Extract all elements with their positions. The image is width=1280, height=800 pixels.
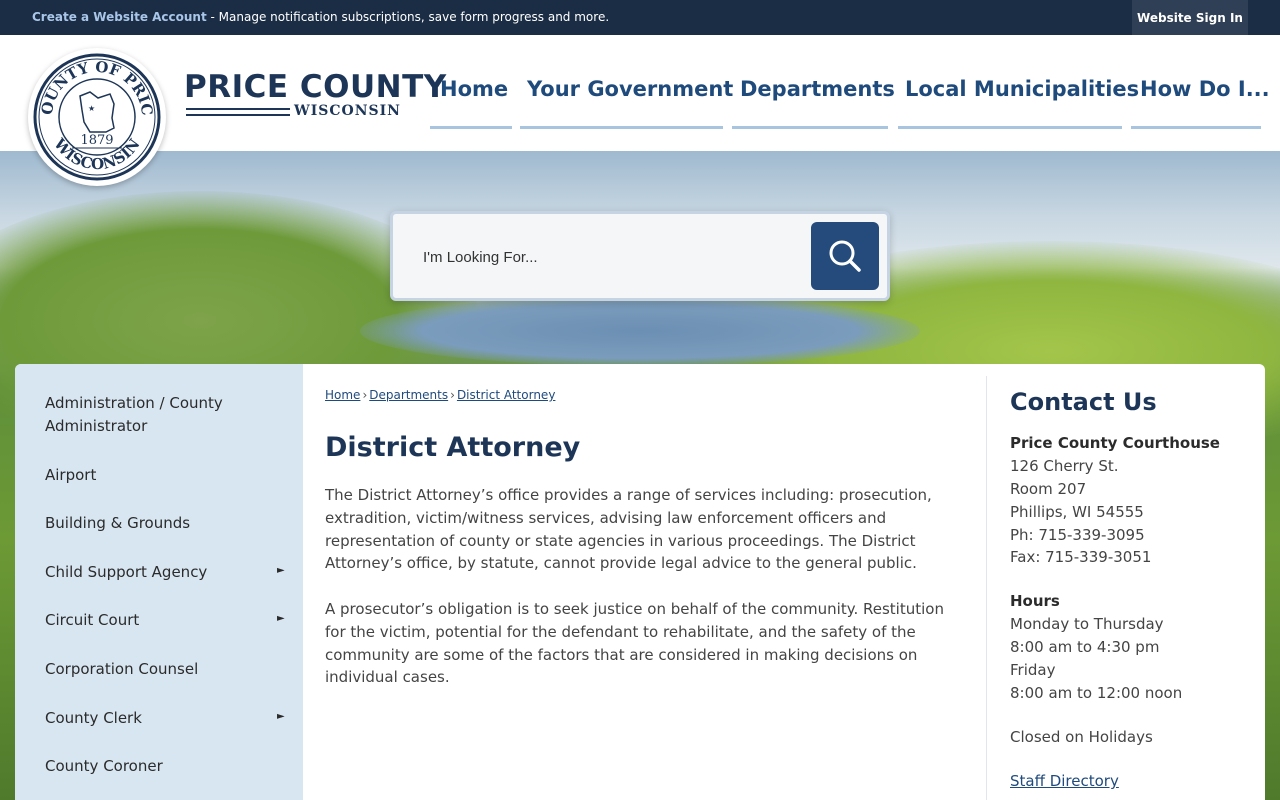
- sign-in-button[interactable]: Website Sign In: [1132, 0, 1248, 35]
- contact-fax: Fax: 715-339-3051: [1010, 548, 1152, 566]
- closed-notice: Closed on Holidays: [1010, 728, 1153, 746]
- site-search: [390, 211, 890, 301]
- create-account-description: - Manage notification subscriptions, sav…: [206, 10, 610, 24]
- hours-heading: Hours: [1010, 592, 1060, 610]
- search-button[interactable]: [811, 222, 879, 290]
- staff-directory-link[interactable]: Staff Directory: [1010, 772, 1119, 790]
- intro-paragraph: The District Attorney’s office provides …: [325, 486, 932, 573]
- brand-name: PRICE COUNTY: [184, 69, 447, 105]
- hours-line: Monday to Thursday: [1010, 615, 1164, 633]
- submenu-arrow-icon[interactable]: ►: [277, 613, 285, 624]
- contact-address-line: Phillips, WI 54555: [1010, 503, 1144, 521]
- search-input[interactable]: [407, 228, 807, 286]
- sidebar-item-administration[interactable]: Administration / County Administrator: [45, 392, 275, 438]
- breadcrumb-district-attorney[interactable]: District Attorney: [457, 388, 555, 402]
- breadcrumb-separator: ›: [362, 388, 368, 402]
- hours-line: 8:00 am to 4:30 pm: [1010, 638, 1160, 656]
- nav-local-municipalities[interactable]: Local Municipalities: [905, 77, 1139, 101]
- nav-home[interactable]: Home: [440, 77, 508, 101]
- contact-phone: Ph: 715-339-3095: [1010, 526, 1145, 544]
- sidebar-item-corporation-counsel[interactable]: Corporation Counsel: [45, 658, 198, 681]
- nav-underline: [1131, 126, 1261, 129]
- site-header: COUNTY OF PRICE WISCONSIN ★ 1879 PRICE C…: [0, 35, 1280, 186]
- submenu-arrow-icon[interactable]: ►: [277, 565, 285, 576]
- brand-rule-lines: [186, 108, 290, 116]
- nav-underline: [732, 126, 888, 129]
- breadcrumb-home[interactable]: Home: [325, 388, 360, 402]
- search-icon: [829, 240, 861, 272]
- contact-org: Price County Courthouse: [1010, 434, 1220, 452]
- nav-how-do-i[interactable]: How Do I...: [1140, 77, 1270, 101]
- create-account-notice: Create a Website Account - Manage notifi…: [32, 10, 609, 24]
- breadcrumb: Home › Departments › District Attorney: [325, 388, 555, 402]
- create-account-link[interactable]: Create a Website Account: [32, 10, 207, 24]
- mission-paragraph: A prosecutor’s obligation is to seek jus…: [325, 600, 944, 687]
- breadcrumb-departments[interactable]: Departments: [369, 388, 448, 402]
- sidebar-item-county-coroner[interactable]: County Coroner: [45, 755, 163, 778]
- contact-address-line: 126 Cherry St.: [1010, 457, 1119, 475]
- svg-text:★: ★: [88, 104, 95, 113]
- sidebar-item-circuit-court[interactable]: Circuit Court: [45, 609, 139, 632]
- contact-address-line: Room 207: [1010, 480, 1087, 498]
- svg-text:1879: 1879: [80, 133, 113, 148]
- nav-departments[interactable]: Departments: [740, 77, 895, 101]
- department-sidebar: Administration / County Administrator Ai…: [15, 364, 303, 800]
- column-divider: [986, 376, 987, 800]
- sidebar-item-child-support[interactable]: Child Support Agency: [45, 561, 207, 584]
- nav-underline: [520, 126, 723, 129]
- county-brand-logo[interactable]: PRICE COUNTY WISCONSIN: [184, 69, 447, 121]
- county-seal-logo[interactable]: COUNTY OF PRICE WISCONSIN ★ 1879: [28, 48, 166, 186]
- nav-your-government[interactable]: Your Government: [527, 77, 733, 101]
- contact-heading: Contact Us: [1010, 388, 1157, 416]
- sidebar-item-airport[interactable]: Airport: [45, 464, 96, 487]
- top-utility-bar: Create a Website Account - Manage notifi…: [0, 0, 1280, 35]
- sidebar-item-building-grounds[interactable]: Building & Grounds: [45, 512, 190, 535]
- page-title: District Attorney: [325, 432, 581, 463]
- staff-directory-container: Staff Directory: [1010, 772, 1119, 790]
- content-card: Administration / County Administrator Ai…: [15, 364, 1265, 800]
- nav-underline: [898, 126, 1122, 129]
- hero-lake: [360, 296, 920, 366]
- submenu-arrow-icon[interactable]: ►: [277, 711, 285, 722]
- sidebar-item-county-clerk[interactable]: County Clerk: [45, 707, 142, 730]
- brand-state: WISCONSIN: [294, 103, 401, 119]
- hours-line: 8:00 am to 12:00 noon: [1010, 684, 1183, 702]
- breadcrumb-separator: ›: [450, 388, 455, 402]
- nav-underline: [430, 126, 512, 129]
- hours-line: Friday: [1010, 661, 1056, 679]
